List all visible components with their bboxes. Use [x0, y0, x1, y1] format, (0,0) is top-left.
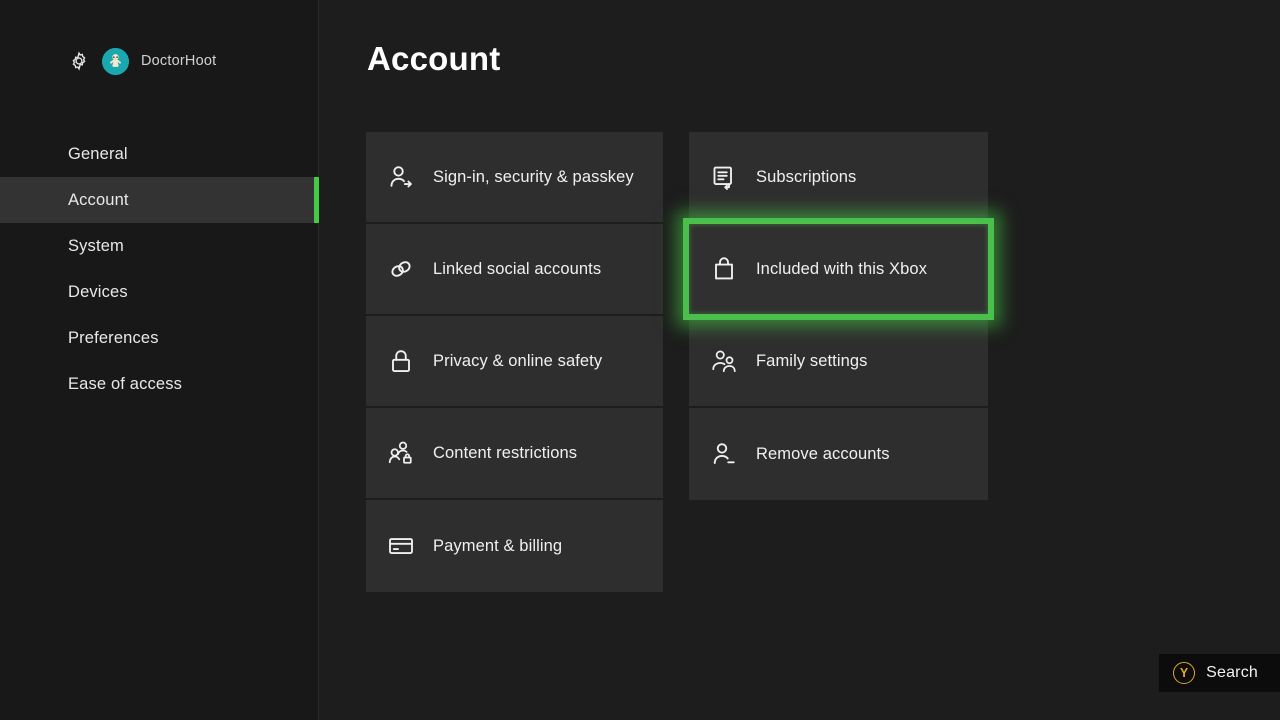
tile-label: Remove accounts — [756, 443, 902, 465]
link-icon — [386, 254, 416, 284]
gear-icon[interactable] — [68, 50, 90, 72]
sidebar-item-ease-of-access[interactable]: Ease of access — [0, 361, 319, 407]
sidebar-item-general[interactable]: General — [0, 131, 319, 177]
settings-column-right: Subscriptions Included with this Xbox — [689, 132, 988, 592]
sidebar-item-label: Preferences — [68, 329, 159, 348]
tile-label: Privacy & online safety — [433, 350, 614, 372]
search-button-label: Search — [1206, 664, 1258, 682]
gamertag-label: DoctorHoot — [141, 53, 216, 69]
tile-included-with-this-xbox[interactable]: Included with this Xbox — [689, 224, 988, 316]
y-button-icon: Y — [1173, 662, 1195, 684]
sidebar-item-system[interactable]: System — [0, 223, 319, 269]
avatar[interactable] — [102, 48, 129, 75]
tile-label: Included with this Xbox — [756, 258, 939, 280]
person-arrow-icon — [386, 162, 416, 192]
user-profile-row[interactable]: DoctorHoot — [0, 44, 319, 78]
sidebar-item-devices[interactable]: Devices — [0, 269, 319, 315]
people-icon — [709, 346, 739, 376]
sidebar-item-preferences[interactable]: Preferences — [0, 315, 319, 361]
sidebar-item-label: General — [68, 145, 128, 164]
xbox-settings-screen: DoctorHoot General Account System Device… — [0, 0, 1280, 720]
page-title: Account — [367, 40, 500, 78]
people-lock-icon — [386, 438, 416, 468]
document-arrow-icon — [709, 162, 739, 192]
tile-payment-billing[interactable]: Payment & billing — [366, 500, 663, 592]
shopping-bag-icon — [709, 254, 739, 284]
tile-linked-social-accounts[interactable]: Linked social accounts — [366, 224, 663, 316]
lock-icon — [386, 346, 416, 376]
tile-sign-in-security-passkey[interactable]: Sign-in, security & passkey — [366, 132, 663, 224]
sidebar: DoctorHoot General Account System Device… — [0, 0, 319, 720]
y-button-glyph: Y — [1180, 667, 1188, 680]
search-button[interactable]: Y Search — [1159, 654, 1280, 692]
tile-label: Family settings — [756, 350, 880, 372]
settings-tile-grid: Sign-in, security & passkey Linked socia… — [366, 132, 988, 592]
tile-subscriptions[interactable]: Subscriptions — [689, 132, 988, 224]
sidebar-item-label: Account — [68, 191, 129, 210]
tile-label: Payment & billing — [433, 535, 574, 557]
tile-remove-accounts[interactable]: Remove accounts — [689, 408, 988, 500]
sidebar-item-label: Ease of access — [68, 375, 182, 394]
sidebar-item-label: Devices — [68, 283, 128, 302]
tile-label: Content restrictions — [433, 442, 589, 464]
sidebar-item-label: System — [68, 237, 124, 256]
tile-label: Subscriptions — [756, 166, 868, 188]
tile-label: Linked social accounts — [433, 258, 613, 280]
tile-family-settings[interactable]: Family settings — [689, 316, 988, 408]
sidebar-nav: General Account System Devices Preferenc… — [0, 131, 319, 407]
credit-card-icon — [386, 531, 416, 561]
person-minus-icon — [709, 439, 739, 469]
sidebar-item-account[interactable]: Account — [0, 177, 319, 223]
settings-column-left: Sign-in, security & passkey Linked socia… — [366, 132, 663, 592]
tile-content-restrictions[interactable]: Content restrictions — [366, 408, 663, 500]
tile-label: Sign-in, security & passkey — [433, 166, 646, 188]
content-area: Account Sign-in, security & passkey — [319, 0, 1280, 720]
tile-privacy-online-safety[interactable]: Privacy & online safety — [366, 316, 663, 408]
